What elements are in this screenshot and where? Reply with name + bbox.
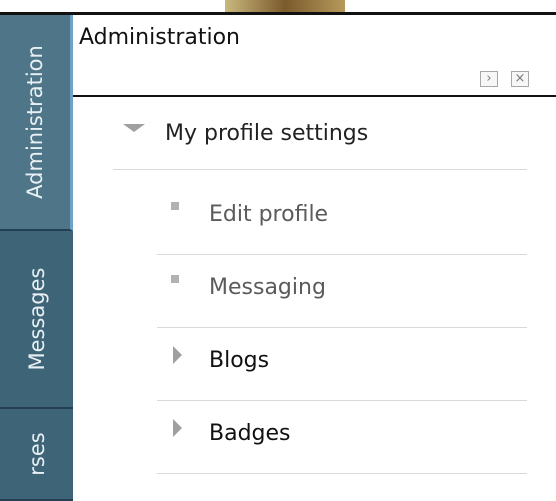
tree-node-label: Badges	[209, 421, 291, 446]
tree-node-badges[interactable]: Badges	[157, 401, 527, 474]
dock-tab-label: Administration	[23, 45, 47, 199]
dock-tab-messages[interactable]: Messages	[0, 231, 73, 409]
bullet-square-icon	[171, 202, 179, 210]
collapsed-arrow-icon	[173, 419, 182, 437]
dock-block-button[interactable]: ›	[480, 71, 498, 87]
settings-tree: My profile settings Edit profile Messagi…	[73, 97, 556, 501]
tree-node-my-profile-settings[interactable]: My profile settings	[113, 97, 527, 170]
tree-node-label[interactable]: Messaging	[209, 275, 326, 300]
chevron-right-icon: ›	[486, 71, 492, 86]
block-header: Administration › ×	[73, 15, 556, 97]
tree-node-label[interactable]: Edit profile	[209, 202, 328, 227]
administration-block: Administration › × My profile settings E…	[73, 15, 556, 501]
tree-node-blogs[interactable]: Blogs	[157, 328, 527, 401]
dock-tab-label: rses	[24, 432, 49, 476]
collapsed-arrow-icon	[173, 346, 182, 364]
close-icon: ×	[514, 71, 526, 86]
block-title: Administration	[79, 25, 240, 50]
header-image-fragment	[225, 0, 345, 12]
close-block-button[interactable]: ×	[511, 71, 529, 87]
dock-tab-label: Messages	[24, 267, 49, 371]
dock-tab-administration[interactable]: Administration	[0, 15, 73, 231]
tree-node-edit-profile[interactable]: Edit profile	[157, 182, 527, 255]
tree-node-messaging[interactable]: Messaging	[157, 255, 527, 328]
dock-tab-courses[interactable]: rses	[0, 409, 73, 501]
tree-node-label: Blogs	[209, 348, 270, 373]
expanded-arrow-icon	[123, 124, 145, 132]
bullet-square-icon	[171, 275, 179, 283]
tree-node-label: My profile settings	[165, 121, 369, 146]
